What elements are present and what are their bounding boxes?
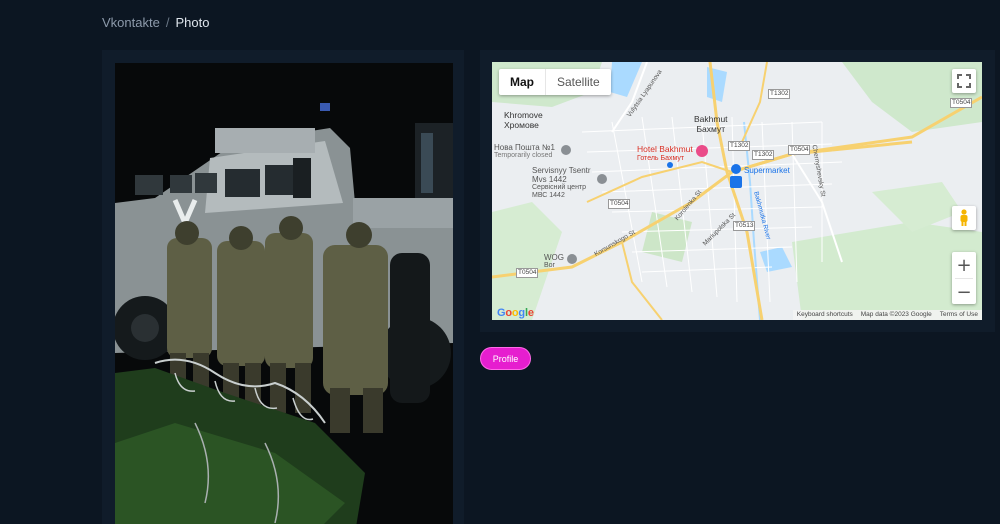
map-label-khromove: Khromove Хромове bbox=[504, 110, 543, 131]
pegman-icon bbox=[960, 209, 968, 226]
map-card: Map Satellite + − Khromove Хромове Нова … bbox=[480, 50, 995, 332]
map-label-hotel-en: Hotel Bakhmut bbox=[637, 144, 693, 154]
road-shield-t0504: T0504 bbox=[516, 268, 539, 278]
zoom-control: + − bbox=[952, 252, 976, 304]
map-label-wog-en: WOG bbox=[544, 253, 564, 262]
map[interactable]: Map Satellite + − Khromove Хромове Нова … bbox=[492, 62, 982, 320]
road-shield-t0504: T0504 bbox=[788, 145, 811, 155]
road-shield-t1302: T1302 bbox=[768, 89, 791, 99]
zoom-out-button[interactable]: − bbox=[952, 279, 976, 305]
breadcrumb-link-vkontakte[interactable]: Vkontakte bbox=[102, 15, 160, 30]
photo[interactable] bbox=[115, 63, 453, 524]
terms-of-use-link[interactable]: Terms of Use bbox=[936, 310, 982, 320]
fullscreen-icon bbox=[957, 74, 971, 88]
map-label-bakhmut-local: Бахмут bbox=[696, 123, 726, 134]
map-label-supermarket[interactable]: Supermarket bbox=[744, 166, 790, 175]
map-label-servisnyy-en: Servisnyy Tsentr bbox=[532, 166, 591, 175]
map-label-servisnyy[interactable]: Servisnyy Tsentr Mvs 1442 Сервісний цент… bbox=[532, 166, 591, 200]
profile-button[interactable]: Profile bbox=[480, 347, 531, 370]
keyboard-shortcuts-link[interactable]: Keyboard shortcuts bbox=[793, 310, 857, 320]
map-label-servisnyy-local: Сервісний центр bbox=[532, 184, 587, 192]
map-attribution: Keyboard shortcuts Map data ©2023 Google… bbox=[792, 310, 982, 320]
map-label-nova-poshta[interactable]: Нова Пошта №1 Temporarily closed bbox=[494, 143, 555, 160]
map-label-servisnyy-local2: МВС 1442 bbox=[532, 192, 565, 200]
map-label-khromove-local: Хромове bbox=[504, 119, 539, 130]
map-type-control: Map Satellite bbox=[499, 69, 611, 95]
google-logo: Google bbox=[497, 307, 534, 319]
road-shield-t1302: T1302 bbox=[728, 141, 751, 151]
map-label-servisnyy-en2: Mvs 1442 bbox=[532, 175, 567, 185]
photo-card bbox=[102, 50, 464, 524]
fullscreen-button[interactable] bbox=[952, 69, 976, 93]
map-type-map-button[interactable]: Map bbox=[499, 69, 546, 95]
map-label-wog[interactable]: WOG Вог bbox=[544, 253, 564, 270]
map-type-satellite-button[interactable]: Satellite bbox=[546, 69, 611, 95]
map-data-text: Map data ©2023 Google bbox=[860, 311, 932, 318]
map-label-bakhmut: Bakhmut Бахмут bbox=[694, 114, 728, 135]
map-label-nova-poshta-status: Temporarily closed bbox=[494, 152, 553, 160]
breadcrumb-current: Photo bbox=[175, 15, 210, 30]
road-shield-t0504: T0504 bbox=[950, 98, 973, 108]
road-shield-t0504: T0504 bbox=[608, 199, 631, 209]
map-label-wog-local: Вог bbox=[544, 262, 556, 270]
breadcrumb: Vkontakte / Photo bbox=[102, 15, 209, 30]
map-label-hotel-local: Готель Бахмут bbox=[637, 154, 685, 162]
street-view-button[interactable] bbox=[952, 206, 976, 230]
google-logo-letter: e bbox=[527, 307, 534, 319]
map-label-hotel-bakhmut[interactable]: Hotel Bakhmut Готель Бахмут bbox=[637, 144, 693, 163]
breadcrumb-separator: / bbox=[165, 15, 170, 30]
zoom-in-button[interactable]: + bbox=[952, 252, 976, 278]
map-label-nova-poshta-name: Нова Пошта №1 bbox=[494, 143, 555, 152]
road-shield-t0513: T0513 bbox=[733, 221, 756, 231]
road-shield-t1302: T1302 bbox=[752, 150, 775, 160]
photo-image bbox=[115, 63, 453, 524]
